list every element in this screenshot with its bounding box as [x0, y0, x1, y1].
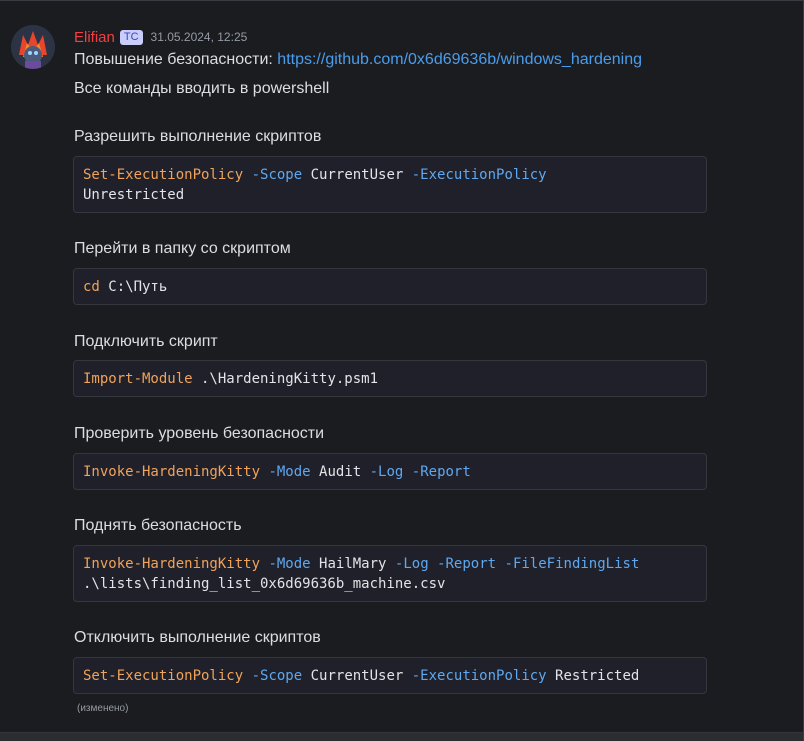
step-heading: Подключить скрипт [74, 333, 218, 350]
composer-edge [0, 732, 803, 741]
code-text: Restricted [546, 668, 640, 684]
message-header: Elifian TC 31.05.2024, 12:25 [74, 27, 247, 47]
intro-label: Повышение безопасности: [74, 51, 278, 68]
message-timestamp: 31.05.2024, 12:25 [150, 30, 248, 44]
code-parameter: -ExecutionPolicy [411, 167, 547, 183]
code-text: HailMary [310, 556, 395, 572]
code-text: CurrentUser [302, 167, 412, 183]
code-block[interactable]: Set-ExecutionPolicy -Scope CurrentUser -… [73, 156, 707, 213]
code-parameter: -Mode [268, 464, 311, 480]
step-heading: Поднять безопасность [74, 517, 242, 534]
step-heading: Перейти в папку со скриптом [74, 240, 291, 257]
step-heading: Разрешить выполнение скриптов [74, 128, 322, 145]
github-link[interactable]: https://github.com/0x6d69636b/windows_ha… [277, 51, 642, 68]
code-command: Invoke-HardeningKitty [83, 556, 261, 572]
step-heading: Отключить выполнение скриптов [74, 629, 321, 646]
code-parameter: -Scope [251, 668, 303, 684]
chat-pane: Elifian TC 31.05.2024, 12:25 Повышение б… [0, 0, 804, 741]
code-command: Import-Module [83, 371, 193, 387]
code-parameter: -FileFindingList [504, 556, 640, 572]
code-parameter: -ExecutionPolicy [411, 668, 547, 684]
code-block[interactable]: Set-ExecutionPolicy -Scope CurrentUser -… [73, 657, 707, 694]
code-block[interactable]: Invoke-HardeningKitty -Mode HailMary -Lo… [73, 545, 707, 602]
code-parameter: -Log [394, 556, 429, 572]
edited-label: (изменено) [77, 703, 129, 714]
code-text: .\lists\finding_list_0x6d69636b_machine.… [83, 576, 446, 592]
code-command: Set-ExecutionPolicy [83, 668, 244, 684]
avatar[interactable] [11, 25, 55, 69]
server-tag-badge[interactable]: TC [119, 29, 143, 45]
code-block[interactable]: Invoke-HardeningKitty -Mode Audit -Log -… [73, 453, 707, 490]
code-parameter: -Mode [268, 556, 311, 572]
code-command: cd [83, 279, 100, 295]
code-parameter: -Scope [251, 167, 303, 183]
step-heading: Проверить уровень безопасности [74, 425, 325, 442]
code-block[interactable]: Import-Module .\HardeningKitty.psm1 [73, 360, 707, 397]
code-text: CurrentUser [302, 668, 412, 684]
code-parameter: -Log [369, 464, 404, 480]
code-command: Set-ExecutionPolicy [83, 167, 244, 183]
code-text: Audit [310, 464, 370, 480]
code-command: Invoke-HardeningKitty [83, 464, 261, 480]
code-text: .\HardeningKitty.psm1 [192, 371, 379, 387]
instruction-line: Все команды вводить в powershell [74, 80, 330, 97]
code-block[interactable]: cd C:\Путь [73, 268, 707, 305]
code-text: Unrestricted [83, 187, 185, 203]
code-parameter: -Report [411, 464, 471, 480]
code-parameter: -Report [437, 556, 497, 572]
code-text: C:\Путь [99, 279, 168, 295]
intro-line: Повышение безопасности: https://github.c… [74, 50, 642, 70]
author-name[interactable]: Elifian [74, 29, 115, 46]
avatar-image [11, 25, 55, 69]
